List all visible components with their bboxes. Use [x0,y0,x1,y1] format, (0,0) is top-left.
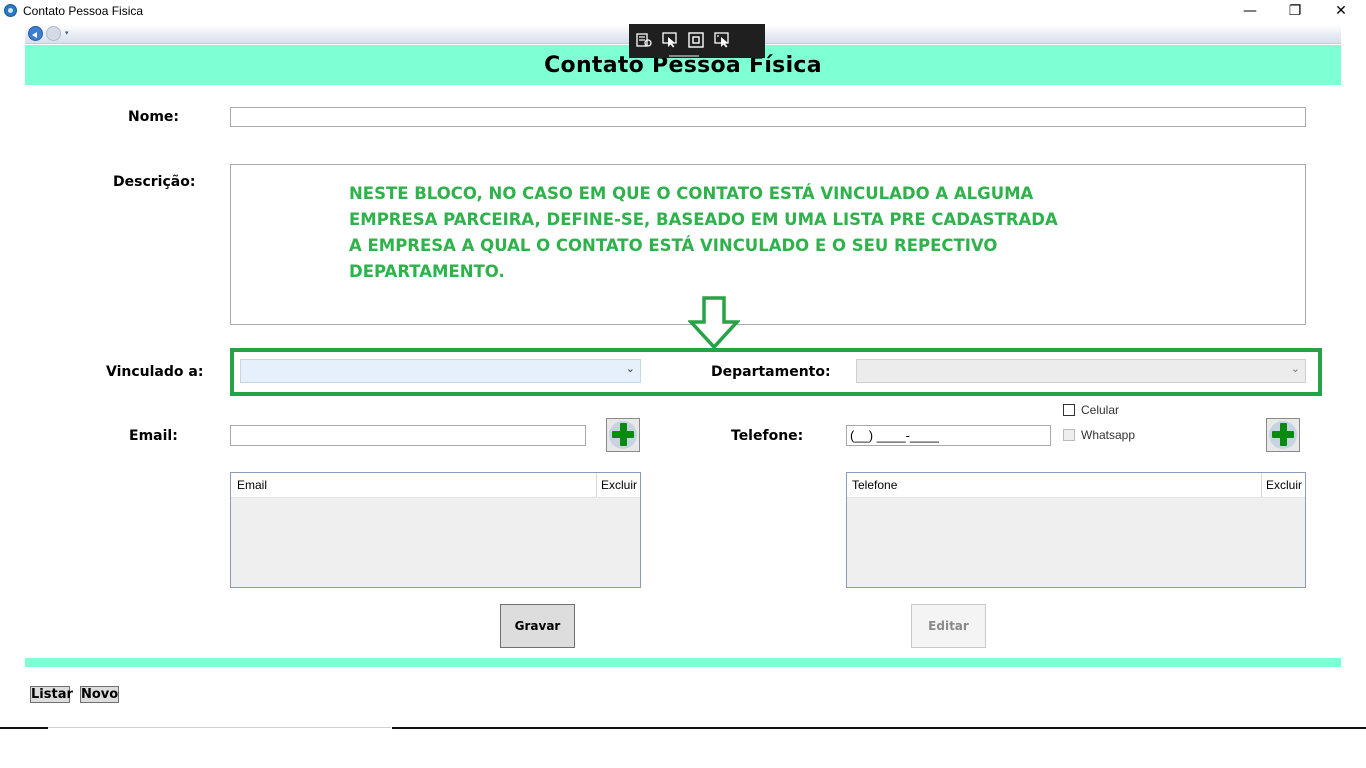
chevron-down-icon: ⌄ [625,362,635,375]
nome-input[interactable] [230,107,1306,127]
restore-button[interactable]: ❐ [1272,0,1318,24]
window-bottom-edge [392,727,1366,729]
excluir-column-header[interactable]: Excluir [1266,478,1302,492]
minimize-button[interactable]: — [1227,0,1273,24]
departamento-select[interactable]: ⌄ [856,359,1306,383]
nome-label: Nome: [128,109,180,125]
editar-button[interactable]: Editar [911,604,986,648]
email-input[interactable] [230,425,586,446]
gravar-button[interactable]: Gravar [500,604,575,648]
novo-button[interactable]: Novo [80,686,119,703]
history-dropdown-icon[interactable]: ▾ [65,29,69,37]
track-focus-icon[interactable] [714,32,730,48]
telefone-grid[interactable]: Telefone Excluir [846,472,1306,588]
celular-label: Celular [1081,403,1120,417]
vinculado-select[interactable]: ⌄ [240,359,641,383]
email-grid-header: Email Excluir [231,473,640,498]
vinculado-label: Vinculado a: [106,364,204,380]
excluir-column-header[interactable]: Excluir [601,478,637,492]
forward-arrow-icon[interactable] [46,26,61,41]
app-icon [4,4,17,17]
listar-button[interactable]: Listar [30,686,73,703]
footer-band [25,658,1341,667]
chevron-down-icon: ⌄ [1290,362,1300,375]
annotation-text: NESTE BLOCO, NO CASO EM QUE O CONTATO ES… [349,184,1058,281]
telefone-label: Telefone: [731,428,804,444]
select-element-icon[interactable] [662,32,678,48]
add-telefone-button[interactable] [1266,418,1300,452]
window-bottom-edge [48,727,391,728]
email-column-header[interactable]: Email [237,478,267,492]
email-label: Email: [129,428,178,444]
whatsapp-checkbox[interactable] [1063,429,1075,441]
close-button[interactable]: ✕ [1318,0,1364,24]
toolbar-divider [669,55,699,57]
add-email-button[interactable] [606,418,640,452]
whatsapp-label: Whatsapp [1081,428,1136,442]
back-arrow-icon[interactable] [28,26,43,41]
departamento-label: Departamento: [711,364,831,380]
inspect-tree-icon[interactable] [636,32,652,48]
descricao-label: Descrição: [113,174,196,190]
telefone-input[interactable]: (__) ____-____ [846,425,1051,446]
telefone-grid-header: Telefone Excluir [847,473,1305,498]
telefone-column-header[interactable]: Telefone [852,478,897,492]
window-bottom-edge [0,727,48,729]
title-bar [0,0,1366,24]
email-grid[interactable]: Email Excluir [230,472,641,588]
celular-checkbox[interactable] [1063,404,1075,416]
down-arrow-icon [688,296,740,350]
layout-adorner-icon[interactable] [688,32,704,48]
window-title: Contato Pessoa Fisica [23,4,144,18]
